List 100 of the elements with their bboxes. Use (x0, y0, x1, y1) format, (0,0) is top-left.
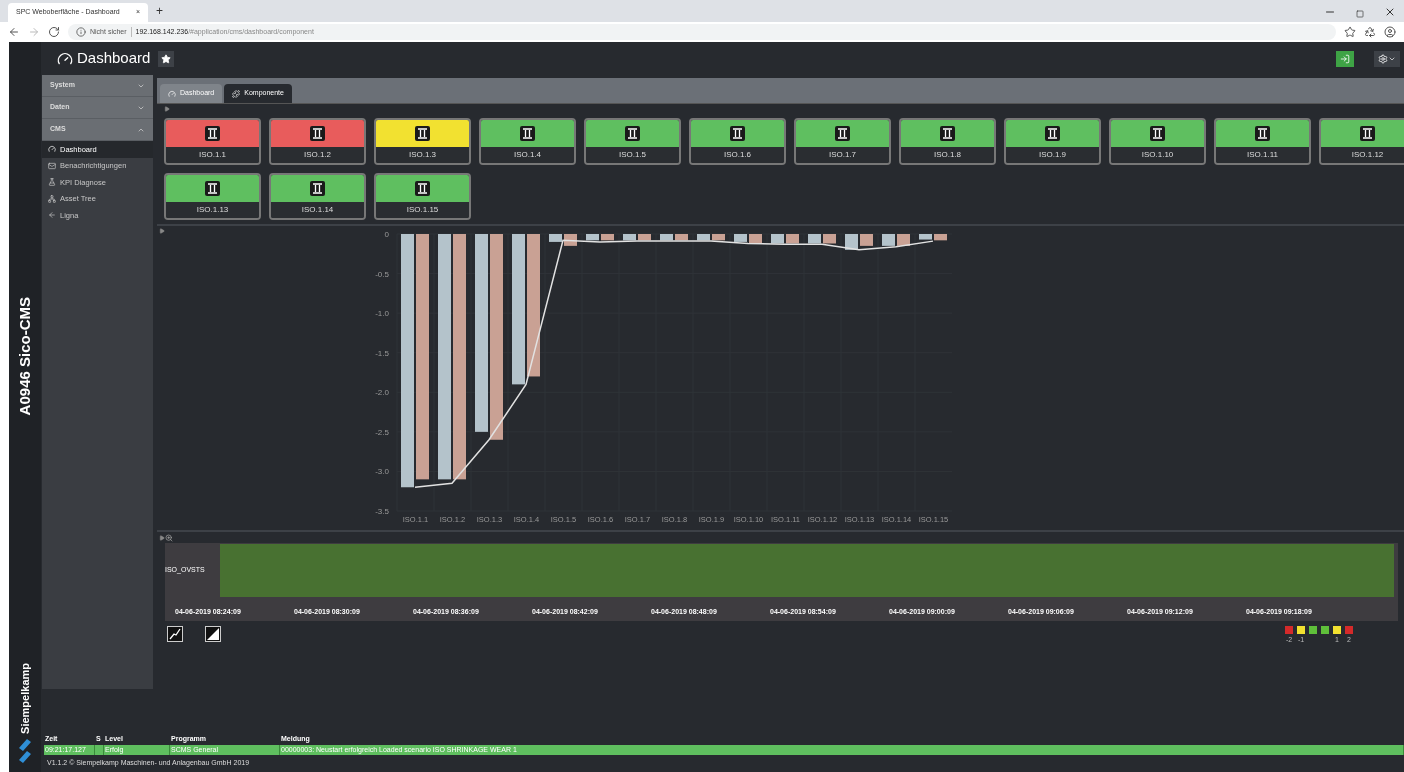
close-icon[interactable] (1384, 6, 1396, 18)
axis-label: 0 (384, 230, 389, 239)
tile-label: ISO.1.3 (408, 149, 437, 161)
expand-icon[interactable] (159, 535, 165, 541)
column-icon (1360, 126, 1375, 141)
page-title: Dashboard (77, 48, 151, 69)
bar (749, 234, 762, 244)
column-icon (1255, 126, 1270, 141)
gauge-icon (48, 145, 56, 154)
settings-button[interactable] (1374, 50, 1400, 67)
component-tile[interactable]: ISO.1.10 (1109, 118, 1206, 165)
tile-label: ISO.1.2 (303, 149, 332, 161)
line-chart-icon[interactable] (167, 626, 183, 642)
bar (882, 234, 895, 246)
bar (638, 234, 651, 241)
tile-label: ISO.1.15 (406, 204, 439, 216)
column-icon (415, 181, 430, 196)
zoom-icon[interactable] (165, 534, 173, 542)
component-tile[interactable]: ISO.1.5 (584, 118, 681, 165)
puzzle-icon (232, 89, 241, 98)
tile-label: ISO.1.13 (196, 204, 229, 216)
component-tile[interactable]: ISO.1.15 (374, 173, 471, 220)
bar (897, 234, 910, 246)
bar (675, 234, 688, 241)
component-tile[interactable]: ISO.1.3 (374, 118, 471, 165)
info-icon (76, 27, 86, 37)
gauge-icon (168, 89, 176, 98)
axis-label: -3.0 (375, 467, 389, 477)
new-tab-button[interactable]: + (152, 2, 167, 20)
column-icon (625, 126, 640, 141)
column-icon (520, 126, 535, 141)
column-icon (205, 181, 220, 196)
tile-label: ISO.1.11 (1247, 149, 1278, 161)
component-tile[interactable]: ISO.1.12 (1319, 118, 1404, 165)
arrow-icon (48, 211, 56, 220)
component-tile[interactable]: ISO.1.6 (689, 118, 786, 165)
bar (934, 234, 947, 241)
bar (697, 234, 710, 241)
column-icon (205, 126, 220, 141)
tile-label: ISO.1.9 (1038, 149, 1067, 161)
profile-icon[interactable] (1384, 26, 1396, 38)
star-icon (161, 53, 172, 64)
bar (712, 234, 725, 241)
app-title: A0946 Sico-CMS (14, 297, 34, 416)
login-button[interactable] (1336, 50, 1354, 67)
axis-label: -2.0 (375, 388, 389, 398)
maximize-icon[interactable] (1356, 10, 1364, 18)
tile-label: ISO.1.8 (933, 149, 962, 161)
component-tile[interactable]: ISO.1.8 (899, 118, 996, 165)
bar (564, 234, 577, 246)
component-tile[interactable]: ISO.1.13 (164, 173, 261, 220)
bar (586, 234, 599, 241)
component-tile[interactable]: ISO.1.2 (269, 118, 366, 165)
bar (786, 234, 799, 244)
axis-label: -2.5 (375, 427, 389, 437)
bar (734, 234, 747, 242)
component-tile[interactable]: ISO.1.4 (479, 118, 576, 165)
column-icon (730, 126, 745, 141)
bar (845, 234, 858, 250)
axis-label: -1.5 (375, 348, 389, 358)
login-icon (1340, 53, 1350, 64)
tile-label: ISO.1.7 (828, 149, 857, 161)
bar (823, 234, 836, 244)
component-tile[interactable]: ISO.1.11 (1214, 118, 1311, 165)
brand-logo-icon (18, 738, 32, 764)
back-icon[interactable] (8, 26, 20, 38)
bar (660, 234, 673, 241)
column-icon (310, 126, 325, 141)
bar (549, 234, 562, 242)
column-icon (415, 126, 430, 141)
tile-label: ISO.1.6 (723, 149, 752, 161)
column-icon (1045, 126, 1060, 141)
bookmark-icon[interactable] (1344, 26, 1356, 38)
expand-icon[interactable] (164, 106, 170, 112)
column-icon (940, 126, 955, 141)
extension-icon[interactable] (1364, 26, 1376, 38)
bar (860, 234, 873, 246)
component-tile[interactable]: ISO.1.14 (269, 173, 366, 220)
bar (919, 234, 932, 240)
favorite-button[interactable] (158, 50, 175, 67)
tile-label: ISO.1.14 (301, 204, 334, 216)
reload-icon[interactable] (48, 26, 60, 38)
gear-icon (1378, 53, 1388, 64)
axis-label: -1.0 (375, 309, 389, 319)
bar (771, 234, 784, 244)
axis-label: -0.5 (375, 269, 389, 279)
component-tile[interactable]: ISO.1.1 (164, 118, 261, 165)
column-icon (835, 126, 850, 141)
component-tile[interactable]: ISO.1.7 (794, 118, 891, 165)
tile-label: ISO.1.5 (618, 149, 647, 161)
bar (601, 234, 614, 241)
axis-label: -3.5 (375, 507, 389, 516)
component-tile[interactable]: ISO.1.9 (1004, 118, 1101, 165)
column-icon (1150, 126, 1165, 141)
gauge-icon (57, 50, 73, 67)
bar (808, 234, 821, 244)
expand-icon[interactable] (159, 228, 165, 234)
tile-label: ISO.1.1 (198, 149, 227, 161)
tile-label: ISO.1.12 (1351, 149, 1384, 161)
area-chart-icon[interactable] (205, 626, 221, 642)
